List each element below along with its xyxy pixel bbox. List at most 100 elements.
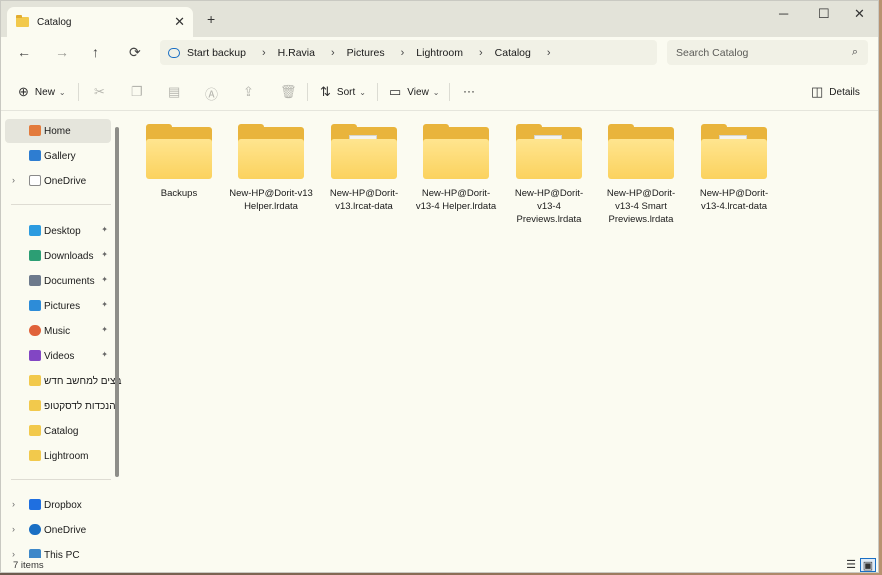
folder-name: New-HP@Dorit-v13-4 Smart Previews.lrdata [606,188,676,225]
close-window-button[interactable]: ✕ [854,6,865,22]
sidebar-item-documents[interactable]: Documents ✦ [5,269,111,293]
breadcrumb-h-ravia[interactable]: H.Ravia [278,47,315,59]
chevron-right-icon[interactable]: › [12,549,15,558]
sidebar-item-label: Music [44,325,71,337]
navigation-bar: ← → ↑ ⟳ Start backup › H.Ravia › Picture… [1,37,878,69]
home-icon [29,125,41,136]
search-box[interactable]: ⌕ [667,40,868,65]
sidebar-item-catalog[interactable]: Catalog [5,419,111,443]
sort-button[interactable]: ⇅ Sort ⌄ [320,84,366,100]
folder-item[interactable]: New-HP@Dorit-v13-4 Previews.lrdata [506,124,592,226]
folder-name: New-HP@Dorit-v13-4 Helper.lrdata [415,188,497,212]
view-button[interactable]: ▭ View ⌄ [389,84,440,100]
delete-button[interactable]: 🗑 [280,84,303,100]
refresh-button[interactable]: ⟳ [129,44,141,61]
new-button[interactable]: ⊕ New ⌄ [18,84,66,100]
chevron-right-icon[interactable]: › [12,524,15,534]
folder-icon [29,400,41,411]
breadcrumb-lightroom[interactable]: Lightroom [416,47,463,59]
details-pane-icon: ◫ [811,84,824,99]
tab-catalog[interactable]: Catalog ✕ [7,7,193,37]
chevron-right-icon[interactable]: › [547,47,551,59]
forward-button[interactable]: → [55,44,69,60]
copy-button[interactable]: ❐ [131,84,149,100]
backup-cloud-icon [168,47,180,58]
sidebar-item-new-computer-files[interactable]: קבצים למחשב חדש [5,369,122,393]
pin-icon[interactable]: ✦ [101,350,108,359]
sidebar-item-home[interactable]: Home [5,119,111,143]
large-icons-view-icon[interactable]: ▣ [860,558,876,572]
pin-icon[interactable]: ✦ [101,325,108,334]
details-label: Details [829,86,860,98]
minimize-button[interactable]: ─ [779,6,788,21]
sidebar-item-label: Home [44,125,71,137]
tab-close-icon[interactable]: ✕ [174,14,185,30]
pin-icon[interactable]: ✦ [101,275,108,284]
copy-icon: ❐ [131,84,143,99]
chevron-right-icon[interactable]: › [12,499,15,509]
details-pane-button[interactable]: ◫ Details [811,84,860,100]
chevron-right-icon[interactable]: › [12,175,15,185]
desktop-icon [29,225,41,236]
folder-item[interactable]: New-HP@Dorit-v13.lrcat-data [321,124,407,213]
folder-item[interactable]: Backups [136,124,222,200]
folder-item[interactable]: New-HP@Dorit-v13-4.lrcat-data [691,124,777,213]
sidebar-divider [11,204,111,205]
back-button[interactable]: ← [17,44,31,60]
sidebar-item-label: Downloads [44,250,94,262]
folder-icon [146,124,212,179]
toolbar-divider [78,83,79,101]
sidebar-item-desktop-grandchildren[interactable]: הנכדות לדסקטופ [5,394,116,418]
file-explorer-window: Catalog ✕ + ─ ☐ ✕ ← → ↑ ⟳ Start backup ›… [0,0,879,573]
breadcrumb-pictures[interactable]: Pictures [347,47,385,59]
more-options-button[interactable]: ··· [463,84,475,98]
folder-item[interactable]: New-HP@Dorit-v13-4 Smart Previews.lrdata [598,124,684,226]
sidebar-item-lightroom[interactable]: Lightroom [5,444,111,468]
breadcrumb-start-backup[interactable]: Start backup [187,47,246,59]
pin-icon[interactable]: ✦ [101,300,108,309]
sidebar-item-desktop[interactable]: Desktop ✦ [5,219,111,243]
sidebar-scrollbar[interactable] [115,127,119,477]
search-input[interactable] [676,46,846,59]
new-tab-button[interactable]: + [207,11,215,27]
sort-label: Sort [336,86,356,98]
maximize-button[interactable]: ☐ [818,6,830,22]
details-view-icon[interactable]: ☰ [843,558,859,572]
tab-title: Catalog [37,16,72,28]
sidebar-item-gallery[interactable]: Gallery [5,144,111,168]
sidebar-item-label: Gallery [44,150,76,162]
sidebar-item-label: OneDrive [44,175,87,187]
pin-icon[interactable]: ✦ [101,225,108,234]
breadcrumb-catalog[interactable]: Catalog [495,47,531,59]
dropbox-icon [29,499,41,510]
onedrive-icon [29,524,41,535]
rename-button[interactable]: Ⓐ [205,84,224,103]
sidebar-item-dropbox[interactable]: › Dropbox [5,493,111,517]
sidebar-item-pictures[interactable]: Pictures ✦ [5,294,111,318]
share-button[interactable]: ⇪ [243,84,260,100]
sidebar-item-label: Desktop [44,225,81,237]
videos-icon [29,350,41,361]
chevron-right-icon: › [478,46,483,59]
sidebar-item-onedrive-personal[interactable]: › OneDrive [5,169,111,193]
sidebar-item-this-pc[interactable]: › This PC [5,543,111,558]
view-icon: ▭ [389,84,402,99]
paste-button[interactable]: ▤ [168,84,186,100]
address-bar[interactable]: Start backup › H.Ravia › Pictures › Ligh… [160,40,657,65]
folder-with-files-icon [516,124,582,179]
up-button[interactable]: ↑ [92,44,99,60]
sidebar-item-downloads[interactable]: Downloads ✦ [5,244,111,268]
sidebar-item-videos[interactable]: Videos ✦ [5,344,111,368]
folder-icon [423,124,489,179]
folder-item[interactable]: New-HP@Dorit-v13-4 Helper.lrdata [413,124,499,213]
folder-item[interactable]: New-HP@Dorit-v13 Helper.lrdata [228,124,314,213]
folder-name: Backups [160,188,198,199]
toolbar-divider [449,83,450,101]
search-icon[interactable]: ⌕ [852,46,858,59]
rename-icon: Ⓐ [205,87,219,102]
pin-icon[interactable]: ✦ [101,250,108,259]
sidebar-item-onedrive[interactable]: › OneDrive [5,518,111,542]
cut-button[interactable]: ✂ [94,84,111,100]
item-count: 7 items [13,560,44,571]
sidebar-item-music[interactable]: Music ✦ [5,319,111,343]
